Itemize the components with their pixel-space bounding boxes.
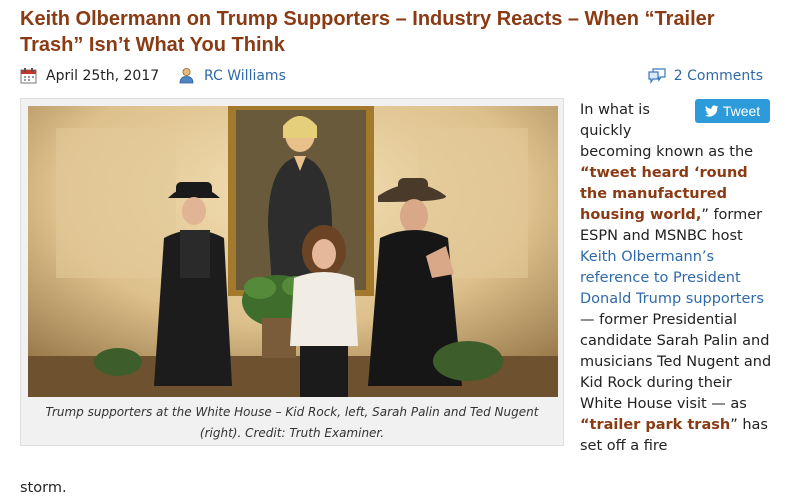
article-title[interactable]: Keith Olbermann on Trump Supporters – In… [20, 6, 780, 58]
body-text-tail: storm. [20, 480, 67, 496]
person-icon [179, 68, 194, 84]
comments-link[interactable]: 2 Comments [674, 68, 763, 84]
calendar-icon [20, 68, 37, 84]
body-text-3: — former Presidential candidate Sarah Pa… [580, 312, 772, 412]
photo-caption: Trump supporters at the White House – Ki… [45, 405, 539, 440]
comments-count[interactable]: 2 Comments [647, 67, 763, 84]
comment-bubble-icon [648, 68, 666, 84]
post-date-text: April 25th, 2017 [46, 67, 160, 84]
post-meta: April 25th, 2017 RC Williams 2 Comments [20, 67, 771, 87]
article-body: In what is quickly becoming known as the… [580, 100, 776, 457]
olbermann-link[interactable]: Keith Olbermann’s reference to President… [580, 249, 764, 307]
post-date: April 25th, 2017 [20, 67, 159, 84]
author-link[interactable]: RC Williams [204, 68, 286, 84]
tweet-spacer [690, 100, 776, 122]
post-author: RC Williams [178, 67, 286, 84]
body-strong-2: “trailer park trash [580, 417, 731, 433]
article-figure: Trump supporters at the White House – Ki… [20, 98, 564, 446]
article-photo[interactable] [28, 106, 558, 397]
